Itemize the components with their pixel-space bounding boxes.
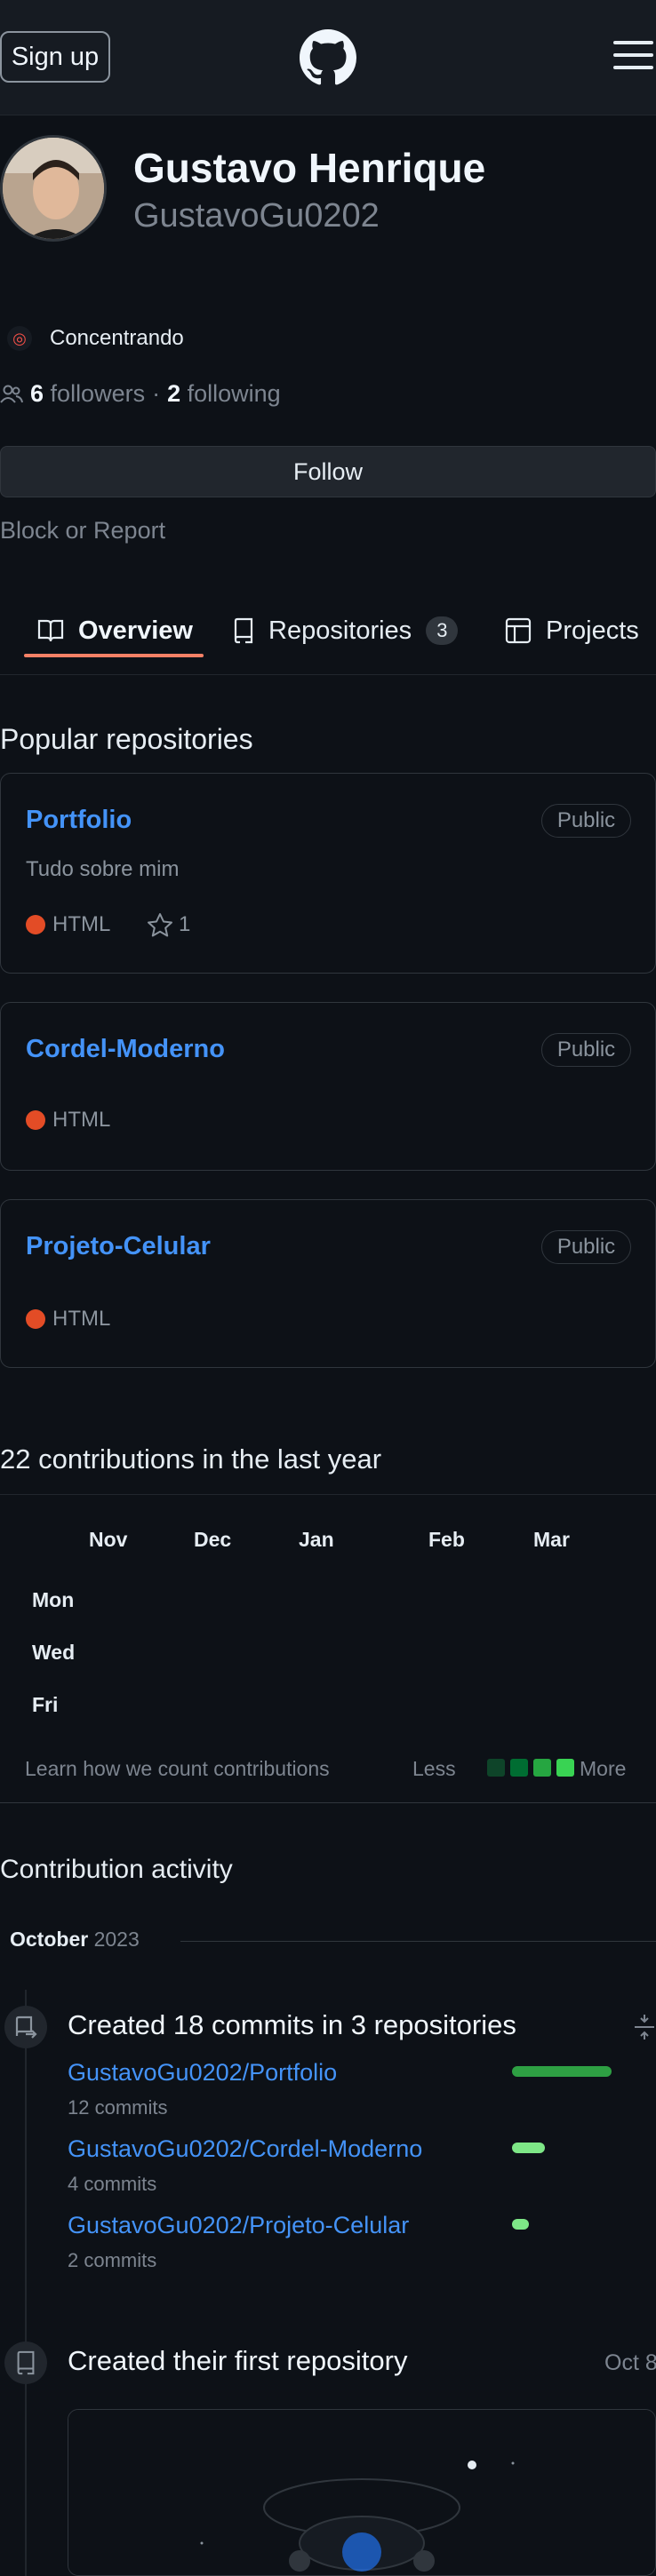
calendar-month-label: Jan xyxy=(299,1528,334,1551)
legend-level-4 xyxy=(556,1759,574,1777)
repo-link[interactable]: Cordel-Moderno xyxy=(26,1035,225,1064)
calendar-month-label: Feb xyxy=(428,1528,465,1551)
commit-activity-icon xyxy=(4,2006,47,2048)
commit-share-bar xyxy=(512,2143,545,2153)
profile-tabs: Overview Repositories 3 Projects xyxy=(0,586,656,675)
followers-link[interactable]: 6 followers xyxy=(30,380,145,408)
popular-repositories-heading: Popular repositories xyxy=(0,723,253,755)
repo-language: HTML xyxy=(26,1307,110,1332)
sign-up-button[interactable]: Sign up xyxy=(0,31,110,83)
follow-stats: 6 followers · 2 following xyxy=(0,380,281,408)
table-icon xyxy=(505,617,532,644)
repo-icon xyxy=(234,617,253,644)
tab-projects[interactable]: Projects xyxy=(505,586,639,675)
repo-created-icon xyxy=(4,2341,47,2384)
tab-repositories[interactable]: Repositories 3 xyxy=(233,586,459,675)
first-repository-card[interactable] xyxy=(68,2409,656,2576)
repo-language: HTML xyxy=(26,912,110,937)
learn-contributions-link[interactable]: Learn how we count contributions xyxy=(25,1757,330,1781)
commit-share-bar xyxy=(512,2066,612,2077)
collapse-icon[interactable] xyxy=(633,2013,656,2041)
divider xyxy=(180,1941,656,1942)
legend-level-3 xyxy=(533,1759,551,1777)
language-color-dot xyxy=(26,1110,45,1130)
repo-card-portfolio: Portfolio Public Tudo sobre mim HTML 1 xyxy=(0,773,656,974)
status-text: Concentrando xyxy=(50,326,184,350)
calendar-month-label: Mar xyxy=(533,1528,570,1551)
legend-less-label: Less xyxy=(412,1757,456,1780)
commit-repo-link[interactable]: GustavoGu0202/Projeto-Celular xyxy=(68,2212,409,2239)
separator-dot: · xyxy=(152,380,161,407)
calendar-weekday-label: Wed xyxy=(32,1641,76,1664)
user-status[interactable]: ◎ Concentrando xyxy=(7,322,184,354)
commit-count-link[interactable]: 4 commits xyxy=(68,2173,156,2196)
dart-icon: ◎ xyxy=(7,326,32,351)
calendar-weekday-label: Fri xyxy=(32,1693,59,1716)
contribution-activity-heading: Contribution activity xyxy=(0,1855,233,1884)
commits-summary-title: Created 18 commits in 3 repositories xyxy=(68,2009,516,2040)
repo-card-cordel-moderno: Cordel-Moderno Public HTML xyxy=(0,1002,656,1171)
people-icon xyxy=(0,385,23,403)
calendar-month-label: Dec xyxy=(194,1528,232,1551)
legend-level-2 xyxy=(510,1759,528,1777)
divider xyxy=(0,1494,656,1495)
repo-language: HTML xyxy=(26,1108,110,1133)
calendar-weekday-label: Mon xyxy=(32,1588,75,1611)
commit-count-link[interactable]: 2 commits xyxy=(68,2249,156,2272)
visibility-badge: Public xyxy=(541,1033,631,1067)
legend-more-label: More xyxy=(580,1757,627,1780)
contributions-heading: 22 contributions in the last year xyxy=(0,1443,382,1475)
block-or-report-link[interactable]: Block or Report xyxy=(0,517,165,545)
visibility-badge: Public xyxy=(541,804,631,838)
timeline-line xyxy=(25,1990,27,2576)
repo-description: Tudo sobre mim xyxy=(26,857,180,881)
book-icon xyxy=(37,619,64,642)
legend-level-1 xyxy=(487,1759,505,1777)
first-repository-title: Created their first repository xyxy=(68,2345,408,2376)
hamburger-menu-icon[interactable] xyxy=(613,41,653,71)
repo-card-projeto-celular: Projeto-Celular Public HTML xyxy=(0,1199,656,1368)
calendar-month-label: Nov xyxy=(89,1528,128,1551)
star-icon xyxy=(148,913,172,937)
language-color-dot xyxy=(26,915,45,934)
commit-repo-link[interactable]: GustavoGu0202/Cordel-Moderno xyxy=(68,2135,422,2163)
space-illustration xyxy=(68,2410,655,2575)
commit-repo-link[interactable]: GustavoGu0202/Portfolio xyxy=(68,2059,337,2087)
github-octocat-icon[interactable] xyxy=(300,29,356,86)
repo-link[interactable]: Projeto-Celular xyxy=(26,1232,211,1261)
top-header: Sign up xyxy=(0,0,656,115)
commit-share-bar xyxy=(512,2219,529,2230)
profile-username: GustavoGu0202 xyxy=(133,197,380,235)
tab-overview[interactable]: Overview xyxy=(37,586,193,675)
repo-stars-link[interactable]: 1 xyxy=(147,912,190,937)
repositories-count: 3 xyxy=(426,616,459,645)
visibility-badge: Public xyxy=(541,1230,631,1264)
activity-month-heading: October 2023 xyxy=(10,1928,140,1951)
repo-link[interactable]: Portfolio xyxy=(26,806,132,835)
following-link[interactable]: 2 following xyxy=(167,380,281,408)
avatar[interactable] xyxy=(0,135,107,242)
active-tab-indicator xyxy=(24,654,204,657)
activity-date: Oct 8 xyxy=(604,2350,656,2375)
commit-count-link[interactable]: 12 commits xyxy=(68,2096,167,2119)
follow-button[interactable]: Follow xyxy=(0,446,656,497)
language-color-dot xyxy=(26,1309,45,1329)
profile-name: Gustavo Henrique xyxy=(133,145,486,191)
